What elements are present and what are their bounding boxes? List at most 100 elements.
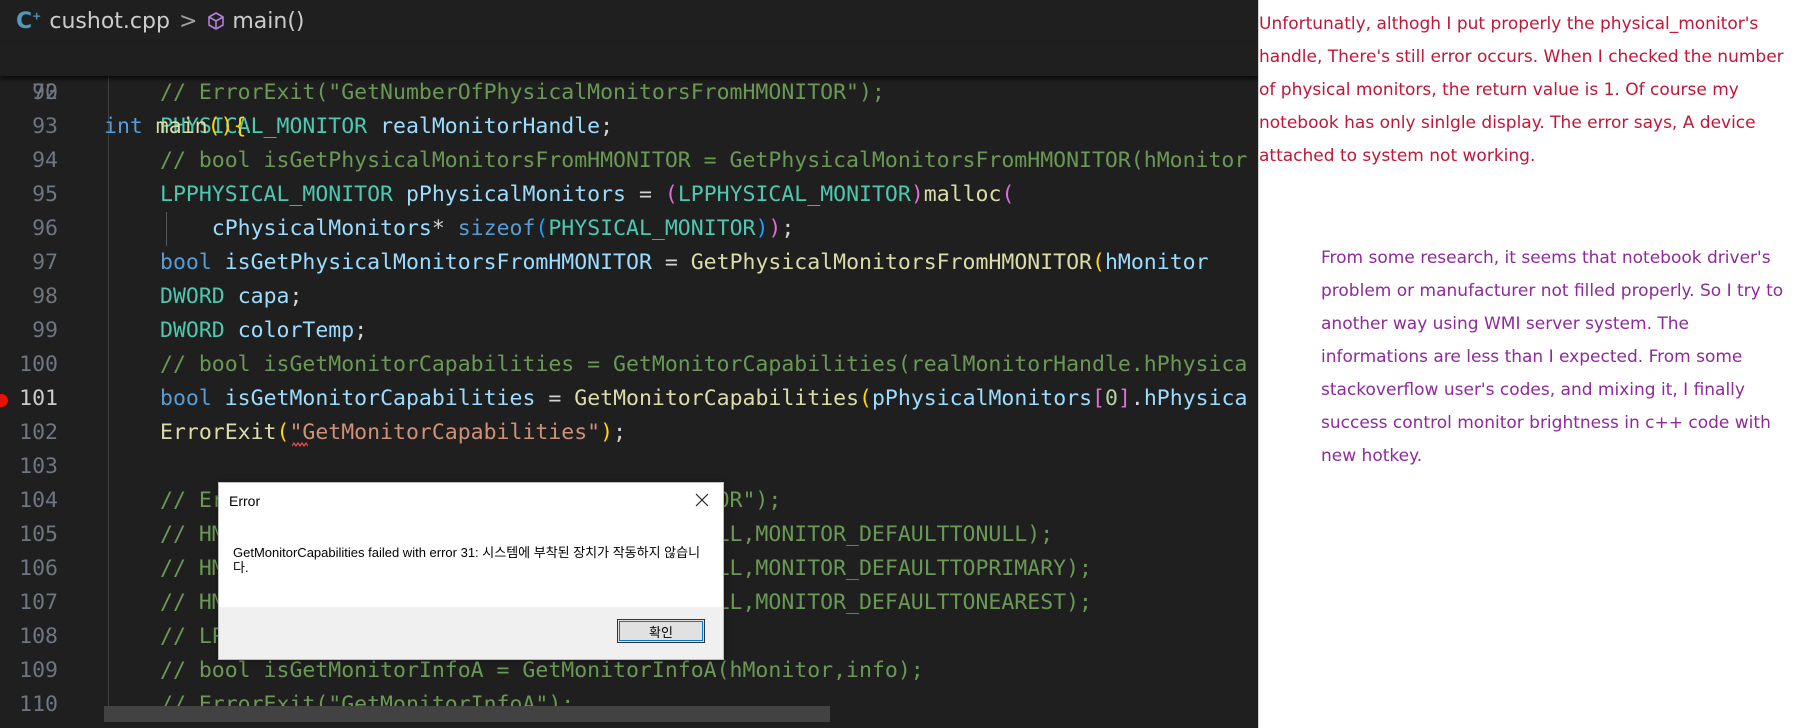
line-number: 108 <box>19 624 58 649</box>
code-line[interactable]: 99 DWORD colorTemp; <box>0 314 1258 348</box>
line-number: 102 <box>19 420 58 445</box>
code-token: ErrorExit <box>160 420 277 445</box>
close-icon[interactable] <box>691 489 713 511</box>
code-token: malloc <box>923 182 1002 207</box>
code-text: // ErrorExit("GetNumberOfPhysicalMonitor… <box>160 76 885 110</box>
line-number: 103 <box>19 454 58 479</box>
code-token: isGetMonitorCapabilities <box>224 386 536 411</box>
note-paragraph-2: From some research, it seems that notebo… <box>1321 248 1784 466</box>
code-token: ; <box>289 284 303 309</box>
code-text: DWORD colorTemp; <box>160 314 367 348</box>
code-text: // bool isGetMonitorCapabilities = GetMo… <box>160 348 1247 382</box>
code-token: pPhysicalMonitors <box>405 182 627 207</box>
code-token: = <box>626 182 665 207</box>
code-token: ; <box>613 420 627 445</box>
code-text: DWORD capa; <box>160 280 302 314</box>
code-token: bool <box>160 386 212 411</box>
line-number: 98 <box>32 284 58 309</box>
code-token: ) <box>755 216 769 241</box>
code-token: GetPhysicalMonitorsFromHMONITOR <box>690 250 1093 275</box>
code-token: // bool isGetMonitorCapabilities = GetMo… <box>160 352 1248 377</box>
error-dialog: Error GetMonitorCapabilities failed with… <box>218 482 724 660</box>
code-token: () <box>207 114 234 139</box>
code-token: LPPHYSICAL_MONITOR <box>160 182 393 207</box>
line-number: 104 <box>19 488 58 513</box>
code-token: main <box>155 114 208 139</box>
code-text: bool isGetMonitorCapabilities = GetMonit… <box>160 382 1247 416</box>
code-token: ) <box>910 182 924 207</box>
annotation-panel: Unfortunatly, althogh I put properly the… <box>1258 0 1800 728</box>
code-line[interactable]: 102 ErrorExit("GetMonitorCapabilities"); <box>0 416 1258 450</box>
cpp-file-icon: C+ <box>16 8 42 34</box>
line-number: 100 <box>19 352 58 377</box>
code-text: cPhysicalMonitors* sizeof(PHYSICAL_MONIT… <box>160 212 795 246</box>
code-token: int <box>104 114 143 139</box>
code-token: ) <box>768 216 782 241</box>
code-editor[interactable]: C+ cushot.cpp > main() 70 int main(){ 92… <box>0 0 1258 728</box>
code-token: ; <box>354 318 368 343</box>
code-token: GetMonitorCapabilities <box>574 386 860 411</box>
dialog-footer: 확인 <box>219 607 723 659</box>
dialog-title: Error <box>229 493 261 509</box>
code-token: realMonitorHandle <box>380 114 601 139</box>
code-text: ErrorExit("GetMonitorCapabilities"); <box>160 416 626 450</box>
code-token: // ErrorExit("GetNumberOfPhysicalMonitor… <box>160 80 885 105</box>
line-number: 109 <box>19 658 58 683</box>
code-line[interactable]: 94// bool isGetPhysicalMonitorsFromHMONI… <box>0 144 1258 178</box>
code-token: // bool isGetPhysicalMonitorsFromHMONITO… <box>160 148 1248 173</box>
code-line[interactable]: 92// ErrorExit("GetNumberOfPhysicalMonit… <box>0 76 1258 110</box>
code-token: LPPHYSICAL_MONITOR <box>677 182 911 207</box>
code-token: DWORD <box>160 284 225 309</box>
ok-button[interactable]: 확인 <box>617 619 705 643</box>
code-line[interactable]: 98 DWORD capa; <box>0 280 1258 314</box>
code-token: DWORD <box>160 318 225 343</box>
code-line[interactable]: 95 LPPHYSICAL_MONITOR pPhysicalMonitors =… <box>0 178 1258 212</box>
line-number: 99 <box>32 318 58 343</box>
cube-method-icon <box>206 11 226 31</box>
code-token: { <box>233 114 247 139</box>
code-token: bool <box>160 250 212 275</box>
note-paragraph-1: Unfortunatly, althogh I put properly the… <box>1259 14 1784 166</box>
breadcrumb-separator: > <box>178 8 198 34</box>
code-text: // bool isGetPhysicalMonitorsFromHMONITO… <box>160 144 1247 178</box>
code-token: sizeof <box>457 216 536 241</box>
code-token: = <box>535 386 575 411</box>
code-token: colorTemp <box>237 318 355 343</box>
code-token: ( <box>1001 182 1015 207</box>
breadcrumb-symbol[interactable]: main() <box>232 9 304 34</box>
code-line[interactable]: 103 <box>0 450 1258 484</box>
code-token: * <box>431 216 458 241</box>
code-token: hMonitor <box>1104 250 1209 275</box>
code-token: ] <box>1117 386 1131 411</box>
code-token: ; <box>600 114 614 139</box>
breadcrumb: C+ cushot.cpp > main() <box>0 0 1258 42</box>
code-token: capa <box>237 284 290 309</box>
horizontal-scrollbar[interactable] <box>104 706 830 722</box>
code-token: ( <box>535 216 549 241</box>
sticky-scroll-line[interactable]: 70 int main(){ <box>0 42 1258 139</box>
code-token: . <box>1130 386 1144 411</box>
code-token: [ <box>1092 386 1105 411</box>
code-token: ( <box>664 182 678 207</box>
code-line[interactable]: 100 // bool isGetMonitorCapabilities = Ge… <box>0 348 1258 382</box>
breadcrumb-file[interactable]: cushot.cpp <box>49 9 170 34</box>
code-text: LPPHYSICAL_MONITOR pPhysicalMonitors = (… <box>160 178 1014 212</box>
indent-guide-active <box>166 212 167 246</box>
code-line[interactable]: 97 bool isGetPhysicalMonitorsFromHMONITOR… <box>0 246 1258 280</box>
line-number: 96 <box>32 216 58 241</box>
code-line[interactable]: 101 bool isGetMonitorCapabilities = GetMo… <box>0 382 1258 416</box>
code-token: hPhysica <box>1143 386 1248 411</box>
code-token: = <box>651 250 691 275</box>
dialog-message: GetMonitorCapabilities failed with error… <box>233 545 701 575</box>
line-number: 70 <box>32 80 58 105</box>
code-token: ) <box>600 420 614 445</box>
line-number: 110 <box>19 692 58 717</box>
code-token: "GetMonitorCapabilities" <box>289 420 601 445</box>
code-line[interactable]: 96 cPhysicalMonitors* sizeof(PHYSICAL_MO… <box>0 212 1258 246</box>
